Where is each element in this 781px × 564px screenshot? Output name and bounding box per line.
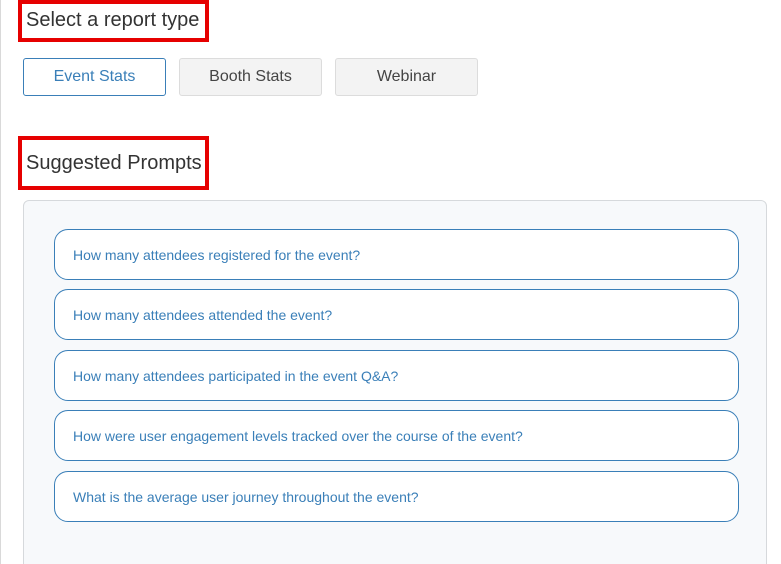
tab-webinar[interactable]: Webinar xyxy=(335,58,478,96)
prompt-registered[interactable]: How many attendees registered for the ev… xyxy=(54,229,739,280)
tab-event-stats[interactable]: Event Stats xyxy=(23,58,166,96)
report-type-heading: Select a report type xyxy=(18,0,209,42)
prompt-engagement-levels[interactable]: How were user engagement levels tracked … xyxy=(54,410,739,461)
suggested-prompts-heading: Suggested Prompts xyxy=(18,136,209,190)
left-divider xyxy=(0,0,1,564)
prompt-user-journey[interactable]: What is the average user journey through… xyxy=(54,471,739,522)
suggested-prompts-panel: How many attendees registered for the ev… xyxy=(23,200,767,564)
prompt-attended[interactable]: How many attendees attended the event? xyxy=(54,289,739,340)
tab-booth-stats[interactable]: Booth Stats xyxy=(179,58,322,96)
prompt-qa-participation[interactable]: How many attendees participated in the e… xyxy=(54,350,739,401)
report-builder-page: Select a report type Event Stats Booth S… xyxy=(0,0,781,564)
